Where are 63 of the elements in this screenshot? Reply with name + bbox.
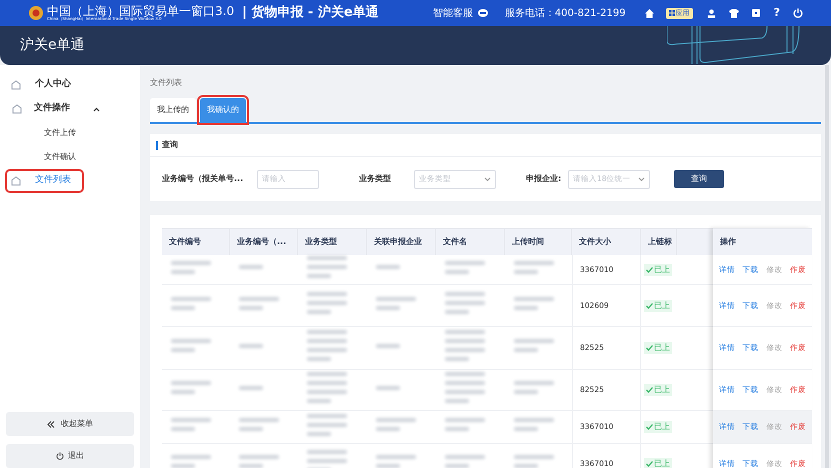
blurred-text — [445, 454, 485, 468]
house-icon — [12, 104, 22, 114]
shirt-icon[interactable] — [728, 8, 739, 18]
field-label: 业务编号（报关单号... — [162, 173, 244, 185]
user-icon[interactable] — [706, 8, 716, 18]
blurred-text — [376, 454, 416, 468]
tab[interactable]: 我上传的 — [150, 98, 196, 122]
home-icon[interactable] — [644, 8, 654, 18]
status-tag: 已上 — [644, 342, 672, 354]
chevron-down-icon — [484, 176, 491, 182]
service-link[interactable]: 智能客服 — [432, 6, 473, 20]
breadcrumb: 文件列表 — [150, 77, 183, 89]
sidebar-item[interactable]: 文件列表 — [7, 171, 82, 191]
search-button[interactable]: 查询 — [674, 170, 724, 188]
column-header: 文件大小 — [572, 229, 641, 255]
status-tag: 已上 — [644, 384, 672, 396]
status-tag: 已上 — [644, 421, 672, 433]
blurred-text — [171, 454, 211, 468]
logout-button[interactable]: 退出 — [6, 444, 134, 468]
app-title: | 货物申报 - 沪关e单通 — [242, 4, 379, 22]
grid-icon — [668, 10, 675, 16]
field-label: 申报企业: — [526, 173, 562, 185]
square-icon[interactable] — [752, 9, 760, 17]
column-header: 操作 — [720, 236, 736, 248]
double-chevron-left-icon — [47, 420, 55, 428]
sidebar-group[interactable]: 文件操作 — [10, 97, 130, 121]
column-header: 上链标 — [641, 229, 677, 255]
check-icon — [646, 424, 653, 430]
logo-title: 中国（上海）国际贸易单一窗口3.0 — [47, 5, 234, 17]
check-icon — [646, 387, 653, 393]
column-header: 文件编号 — [162, 229, 230, 255]
status-tag: 已上 — [644, 458, 672, 468]
check-icon — [646, 460, 653, 466]
check-icon — [646, 266, 653, 272]
header-title: 沪关e单通 — [20, 36, 85, 55]
power-icon — [56, 452, 64, 460]
tab[interactable]: 我确认的 — [200, 98, 246, 122]
field-label: 业务类型 — [359, 173, 392, 185]
blurred-text — [239, 454, 279, 468]
column-header: 关联申报企业 — [367, 229, 436, 255]
chevron-icon — [93, 106, 100, 112]
check-icon — [646, 302, 653, 308]
sidebar-subitem[interactable]: 文件上传 — [0, 121, 140, 145]
column-header: 业务编号（... — [230, 229, 298, 255]
section-title: 查询 — [162, 139, 178, 151]
headset-icon[interactable] — [476, 8, 489, 18]
house-icon — [11, 176, 21, 186]
help-button[interactable]: ? — [774, 4, 780, 22]
column-header: 文件名 — [436, 229, 505, 255]
column-header: 上传时间 — [505, 229, 572, 255]
status-tag: 已上 — [644, 300, 672, 312]
blurred-text — [514, 454, 554, 468]
sidebar-item[interactable]: 个人中心 — [7, 75, 82, 95]
house-icon — [11, 80, 21, 90]
power-icon[interactable] — [793, 8, 803, 18]
service-phone: 服务电话：400-821-2199 — [504, 6, 626, 20]
column-header: 业务类型 — [298, 229, 367, 255]
status-tag: 已上 — [644, 264, 672, 276]
chevron-down-icon — [638, 176, 645, 182]
sidebar-subitem[interactable]: 文件确认 — [0, 145, 140, 169]
emblem-icon — [28, 5, 44, 21]
check-icon — [646, 345, 653, 351]
collapse-menu-button[interactable]: 收起菜单 — [6, 412, 134, 436]
